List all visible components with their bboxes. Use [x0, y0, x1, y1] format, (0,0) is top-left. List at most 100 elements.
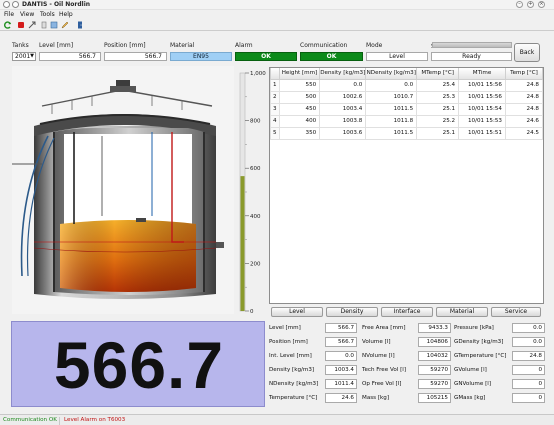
table-cell: 1011.5 [365, 102, 418, 116]
edit-icon[interactable] [61, 21, 69, 29]
detail-label: Op Free Vol [l] [362, 381, 402, 387]
detail-value: 0.0 [512, 337, 545, 347]
gauge-tick-label: 0 [250, 309, 254, 314]
app-status-icon [12, 1, 19, 8]
title-bar: DANTIS - Oil Nordlin – + × [0, 0, 554, 10]
detail-label: GNVolume [l] [454, 381, 492, 387]
back-button[interactable]: Back [514, 43, 540, 62]
table-cell: 1003.8 [319, 114, 367, 128]
material-label: Material [170, 42, 195, 49]
detail-label: Free Area [mm] [362, 325, 406, 331]
alarm-status-text: Level Alarm on T6003 [64, 417, 126, 423]
table-cell: 25.3 [416, 90, 460, 104]
tab-density[interactable]: Density [326, 307, 378, 317]
position-field: 566.7 [104, 52, 167, 61]
detail-label: Temperature [°C] [269, 395, 318, 401]
table-cell: 1011.5 [365, 126, 418, 140]
tab-interface[interactable]: Interface [381, 307, 433, 317]
level-label: Level [mm] [39, 42, 74, 49]
table-cell: 1011.8 [365, 114, 418, 128]
table-cell: 400 [278, 114, 321, 128]
gauge-tick-label: 800 [250, 119, 261, 125]
tab-level[interactable]: Level [271, 307, 323, 317]
tab-service[interactable]: Service [491, 307, 541, 317]
column-header[interactable]: Density [kg/m3] [319, 68, 367, 80]
level-field: 566.7 [39, 52, 101, 61]
column-header[interactable]: Temp [°C] [504, 68, 544, 80]
detail-value: 1011.4 [325, 379, 357, 389]
detail-value: 0 [512, 393, 545, 403]
detail-label: Position [mm] [269, 339, 308, 345]
gauge-tick-label: 400 [250, 214, 261, 220]
window-title: DANTIS - Oil Nordlin [22, 1, 91, 8]
maximize-button[interactable]: + [527, 1, 534, 8]
detail-label: Level [mm] [269, 325, 301, 331]
table-cell: 1002.6 [319, 90, 367, 104]
details-grid: Level [mm] 566.7 Position [mm] 566.7 Int. Le… [269, 322, 545, 408]
level-gauge: 1,000 800 600 400 200 0 [239, 71, 266, 314]
menu-view[interactable]: View [20, 11, 34, 18]
table-cell: 10/01 15:51 [458, 126, 506, 140]
detail-value: 104032 [418, 351, 451, 361]
row-number-header [270, 68, 280, 80]
toolbar [0, 19, 554, 31]
table-cell: 24.5 [504, 126, 544, 140]
column-header[interactable]: Height [mm] [278, 68, 321, 80]
detail-value: 9433.3 [418, 323, 451, 333]
communication-status-text: Communication OK [3, 417, 60, 425]
gauge-tick-label: 200 [250, 261, 261, 267]
table-row[interactable]: 4 400 1003.8 1011.8 25.2 10/01 15:53 24.6 [270, 114, 544, 128]
detail-value: 105215 [418, 393, 451, 403]
detail-value: 59270 [418, 365, 451, 375]
detail-label: NDensity [kg/m3] [269, 381, 319, 387]
column-header[interactable]: MTime [458, 68, 506, 80]
material-field: EN95 [170, 52, 232, 61]
table-row[interactable]: 2 500 1002.6 1010.7 25.3 10/01 15:56 24.8 [270, 90, 544, 104]
status-progress-bar [432, 42, 512, 48]
detail-value: 566.7 [325, 323, 357, 333]
close-button[interactable]: × [538, 1, 545, 8]
menu-file[interactable]: File [4, 11, 14, 18]
gauge-tick-label: 1,000 [250, 71, 266, 77]
table-row[interactable]: 5 350 1003.6 1011.5 25.1 10/01 15:51 24.5 [270, 126, 544, 140]
detail-value: 0 [512, 379, 545, 389]
detail-label: Volume [l] [362, 339, 391, 345]
tank-illustration [12, 66, 234, 314]
table-cell: 10/01 15:56 [458, 90, 506, 104]
level-readout-value: 566.7 [53, 328, 225, 402]
minimize-button[interactable]: – [516, 1, 523, 8]
menu-help[interactable]: Help [59, 11, 73, 18]
column-header[interactable]: NDensity [kg/m3] [365, 68, 418, 80]
column-header[interactable]: MTemp [°C] [416, 68, 460, 80]
detail-label: GMass [kg] [454, 395, 486, 401]
exit-icon[interactable] [76, 21, 84, 29]
table-cell: 550 [278, 78, 321, 92]
table-cell: 350 [278, 126, 321, 140]
detail-value: 59270 [418, 379, 451, 389]
measurement-table: Height [mm] Density [kg/m3] NDensity [kg… [269, 67, 544, 304]
tab-material[interactable]: Material [436, 307, 488, 317]
table-cell: 1010.7 [365, 90, 418, 104]
app-menu-icon[interactable] [3, 1, 10, 8]
row-number: 4 [270, 114, 280, 128]
arrow-icon[interactable] [28, 21, 36, 29]
table-cell: 24.6 [504, 114, 544, 128]
stop-icon[interactable] [17, 21, 25, 29]
table-cell: 1003.4 [319, 102, 367, 116]
tanks-label: Tanks [12, 42, 29, 49]
info-icon[interactable] [40, 21, 48, 29]
row-number: 2 [270, 90, 280, 104]
detail-value: 0.0 [512, 323, 545, 333]
tank-select[interactable]: 2001 ▼ [12, 52, 36, 61]
menu-tools[interactable]: Tools [40, 11, 55, 18]
table-row[interactable]: 1 550 0.0 0.0 25.4 10/01 15:56 24.8 [270, 78, 544, 92]
config-icon[interactable] [50, 21, 58, 29]
table-row[interactable]: 3 450 1003.4 1011.5 25.1 10/01 15:54 24.8 [270, 102, 544, 116]
detail-label: Tech Free Vol [l] [362, 367, 407, 373]
table-cell: 450 [278, 102, 321, 116]
refresh-icon[interactable] [4, 21, 12, 29]
tank-graphic [12, 80, 224, 299]
table-cell: 500 [278, 90, 321, 104]
status-bar: Communication OK Level Alarm on T6003 [0, 414, 554, 425]
table-header-row: Height [mm] Density [kg/m3] NDensity [kg… [270, 68, 544, 80]
